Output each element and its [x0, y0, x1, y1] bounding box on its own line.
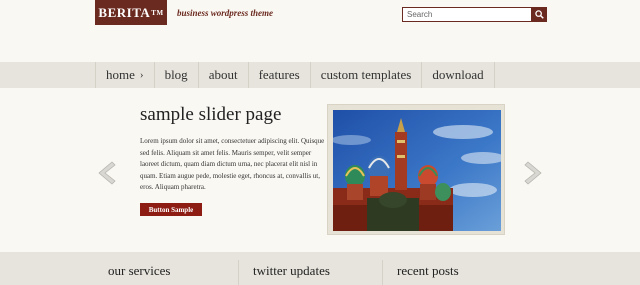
site-logo[interactable]: BERITA TM [95, 0, 167, 25]
recent-posts-heading: recent posts [397, 263, 459, 278]
nav-item-label: blog [164, 67, 188, 82]
nav-item-features[interactable]: features [247, 62, 310, 88]
nav-item-label: home [106, 67, 135, 82]
twitter-heading: twitter updates [253, 263, 330, 278]
slide-image-frame [327, 104, 505, 235]
site-tagline: business wordpress theme [177, 8, 274, 18]
submenu-arrow-icon: › [139, 69, 144, 81]
footer-widgets: our services twitter updates recent post… [0, 252, 640, 285]
magnifier-icon [535, 10, 544, 19]
search-form [402, 7, 547, 22]
search-input[interactable] [402, 7, 532, 22]
logo-text: BERITA [98, 4, 151, 20]
nav-item-custom-templates[interactable]: custom templates [309, 62, 422, 88]
slide-title: sample slider page [140, 104, 282, 125]
nav-item-label: features [258, 67, 300, 82]
search-button[interactable] [532, 7, 547, 22]
slide-text: Lorem ipsum dolor sit amet, consectetuer… [140, 137, 325, 191]
nav-item-label: about [208, 67, 238, 82]
chevron-left-icon [98, 161, 116, 185]
column-divider [238, 260, 239, 285]
sample-button[interactable]: Button Sample [140, 203, 202, 216]
logo-trademark: TM [151, 8, 164, 17]
nav-item-label: custom templates [320, 67, 412, 82]
cathedral-image[interactable] [333, 110, 501, 231]
chevron-right-icon [524, 161, 542, 185]
nav-item-blog[interactable]: blog [153, 62, 198, 88]
nav-item-home[interactable]: home › [95, 62, 154, 88]
services-heading: our services [108, 263, 171, 278]
nav-item-about[interactable]: about [197, 62, 248, 88]
nav-item-download[interactable]: download [421, 62, 495, 88]
slider-prev-button[interactable] [96, 160, 116, 186]
slider-next-button[interactable] [524, 160, 544, 186]
nav-item-label: download [432, 67, 484, 82]
main-nav: home › blog about features custom templa… [0, 62, 640, 88]
column-divider [382, 260, 383, 285]
